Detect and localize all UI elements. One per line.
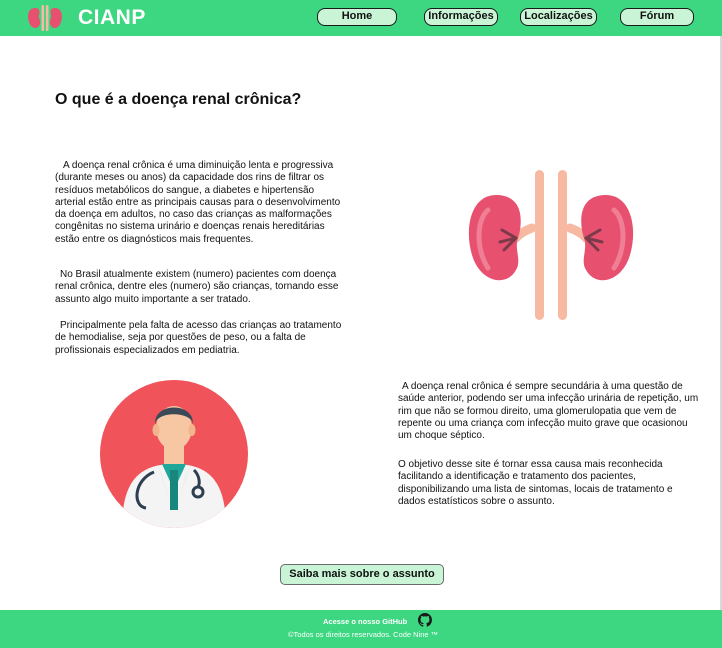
kidneys-illustration	[468, 170, 634, 320]
brazil-stats-paragraph: No Brasil atualmente existem (numero) pa…	[55, 269, 339, 305]
nav-informacoes-button[interactable]: Informações	[424, 8, 498, 26]
doctor-illustration	[100, 380, 248, 528]
nav-localizacoes-button[interactable]: Localizações	[520, 8, 597, 26]
top-nav-bar: CIANP Home Informações Localizações Fóru…	[0, 0, 722, 36]
github-link[interactable]: Acesse o nosso GitHub	[323, 617, 407, 626]
github-icon[interactable]	[418, 613, 432, 627]
copyright-text: ©Todos os direitos reservados. Code Nine…	[288, 630, 439, 639]
access-paragraph: Principalmente pela falta de acesso das …	[55, 320, 342, 356]
intro-paragraph: A doença renal crônica é uma diminuição …	[55, 160, 341, 245]
nav-forum-button[interactable]: Fórum	[620, 8, 694, 26]
page-title: O que é a doença renal crônica?	[55, 91, 302, 108]
kidneys-icon[interactable]	[26, 4, 64, 32]
brand-name[interactable]: CIANP	[78, 6, 146, 30]
learn-more-button[interactable]: Saiba mais sobre o assunto	[280, 564, 444, 585]
secondary-cause-paragraph: A doença renal crônica é sempre secundár…	[398, 381, 699, 442]
nav-home-button[interactable]: Home	[317, 8, 397, 26]
site-goal-paragraph: O objetivo desse site é tornar essa caus…	[398, 459, 673, 507]
footer: Acesse o nosso GitHub ©Todos os direitos…	[0, 610, 722, 648]
